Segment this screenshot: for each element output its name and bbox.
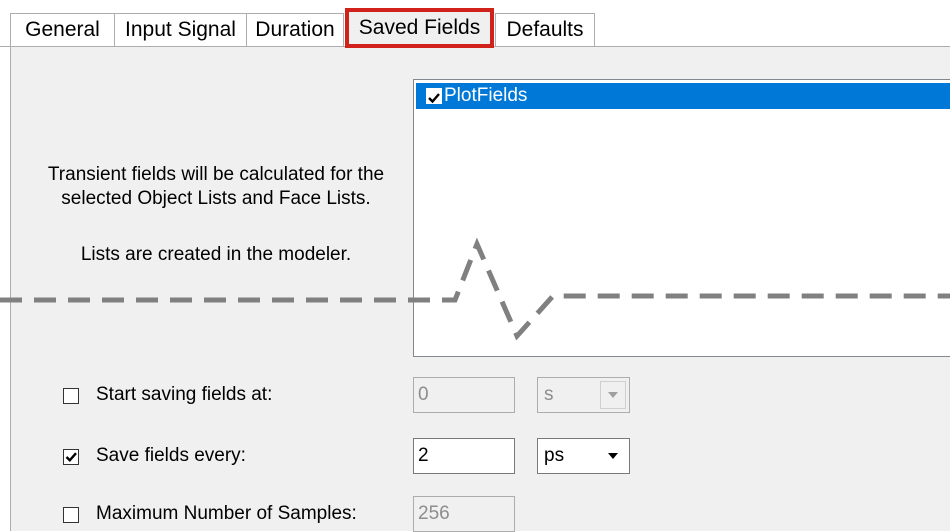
chevron-down-icon[interactable] xyxy=(600,442,626,470)
tab-general[interactable]: General xyxy=(10,13,115,46)
list-item-checkbox[interactable] xyxy=(426,88,442,104)
chevron-down-icon[interactable] xyxy=(600,381,626,409)
save-every-label: Save fields every: xyxy=(96,445,246,466)
max-samples-value: 256 xyxy=(418,503,450,524)
info-line-2: selected Object Lists and Face Lists. xyxy=(61,188,371,209)
max-samples-value-field[interactable]: 256 xyxy=(413,496,515,532)
list-item-plotfields[interactable]: PlotFields xyxy=(416,83,950,109)
tab-input-signal[interactable]: Input Signal xyxy=(114,13,247,46)
save-every-checkbox[interactable] xyxy=(63,449,79,465)
tab-strip: General Input Signal Duration Saved Fiel… xyxy=(0,0,950,48)
checkmark-icon xyxy=(428,93,440,104)
save-every-unit-select[interactable]: ps xyxy=(537,438,630,474)
tab-general-label: General xyxy=(25,18,100,41)
max-samples-checkbox[interactable] xyxy=(63,507,79,523)
start-saving-checkbox[interactable] xyxy=(63,388,79,404)
tab-duration[interactable]: Duration xyxy=(246,13,344,46)
tab-defaults[interactable]: Defaults xyxy=(495,13,595,46)
start-saving-unit: s xyxy=(544,384,554,405)
save-every-value-field[interactable]: 2 xyxy=(413,438,515,474)
saved-fields-dialog: General Input Signal Duration Saved Fiel… xyxy=(0,0,950,532)
info-line-3: Lists are created in the modeler. xyxy=(80,244,352,265)
start-saving-value: 0 xyxy=(418,384,429,405)
max-samples-label: Maximum Number of Samples: xyxy=(96,503,357,524)
checkmark-icon xyxy=(65,452,77,463)
save-every-value: 2 xyxy=(418,445,429,466)
start-saving-unit-select[interactable]: s xyxy=(537,377,630,413)
tab-input-signal-label: Input Signal xyxy=(125,18,236,41)
save-every-unit: ps xyxy=(544,445,565,466)
tab-defaults-label: Defaults xyxy=(506,18,584,41)
tab-saved-fields-label: Saved Fields xyxy=(358,16,481,39)
start-saving-label: Start saving fields at: xyxy=(96,384,273,405)
tab-duration-label: Duration xyxy=(255,18,335,41)
object-lists-listbox[interactable]: PlotFields xyxy=(413,79,950,357)
list-item-label: PlotFields xyxy=(444,85,528,106)
start-saving-value-field[interactable]: 0 xyxy=(413,377,515,413)
info-line-1: Transient fields will be calculated for … xyxy=(47,164,385,185)
tab-saved-fields[interactable]: Saved Fields xyxy=(345,8,494,48)
